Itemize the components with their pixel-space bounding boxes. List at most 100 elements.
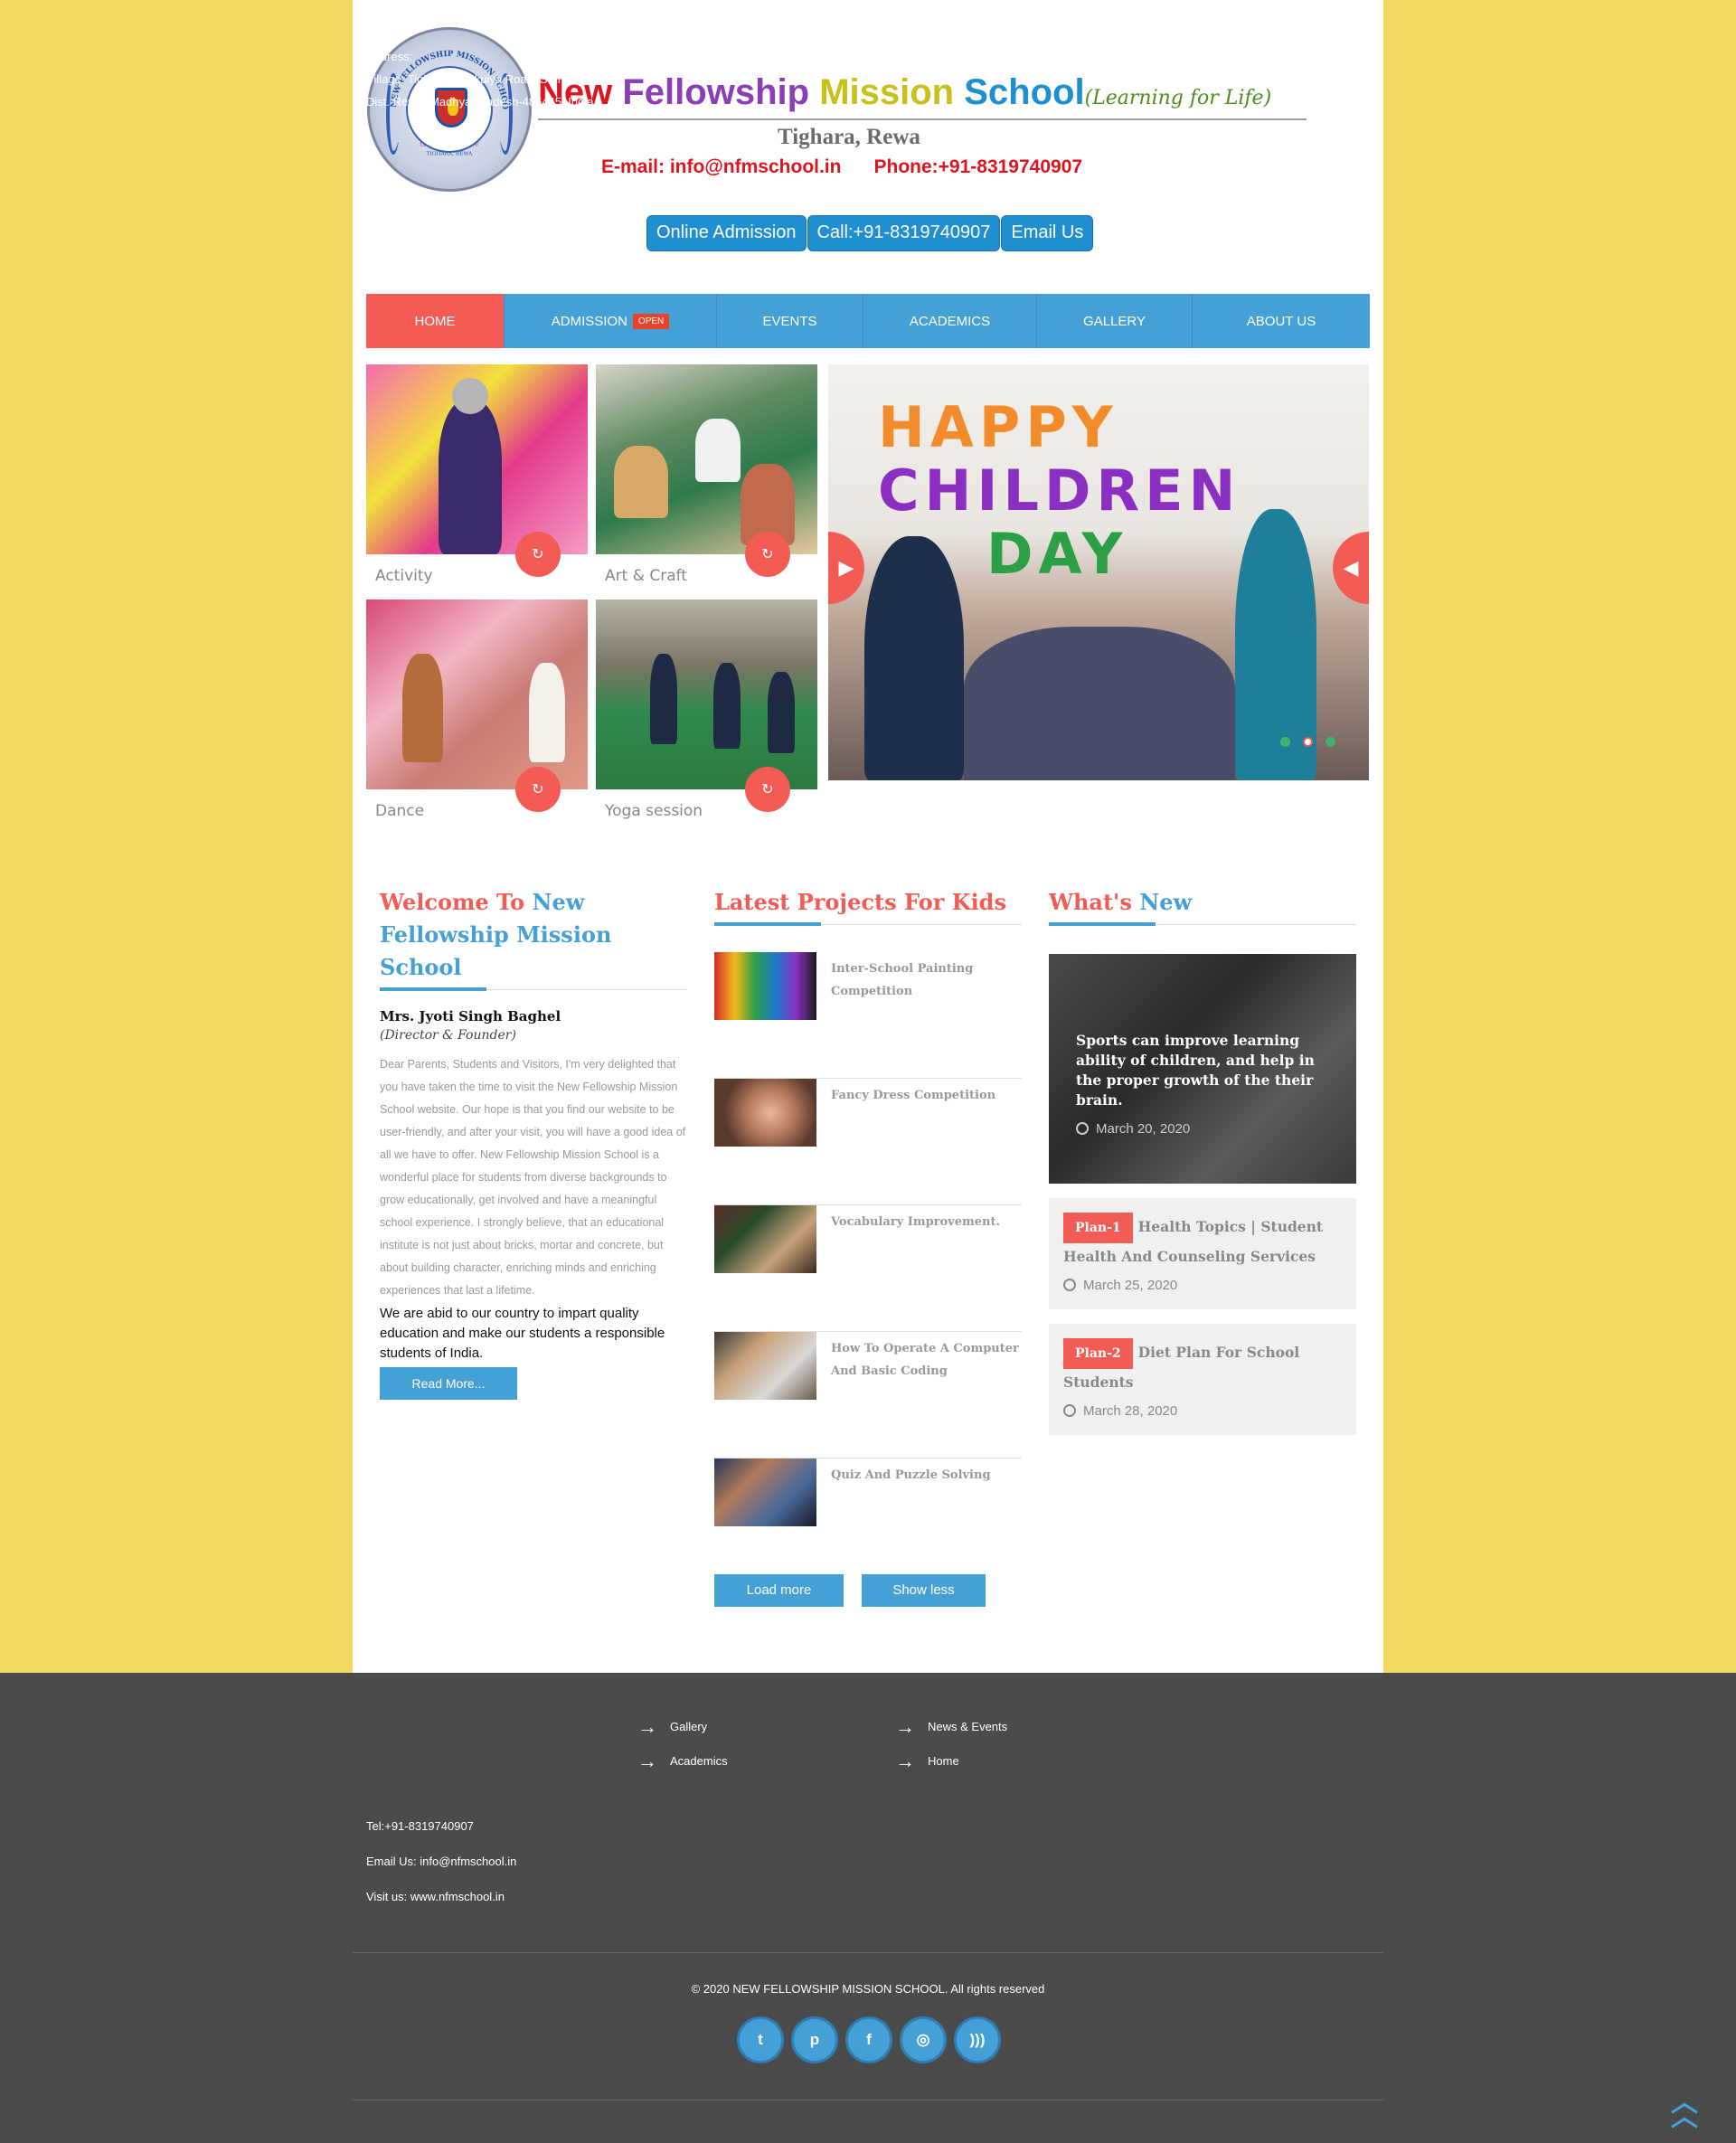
footer-website[interactable]: Visit us: www.nfmschool.in xyxy=(366,1890,505,1903)
welcome-title: Welcome To New Fellowship Mission School xyxy=(380,889,612,980)
refresh-icon[interactable]: ↻ xyxy=(745,532,790,577)
footer-link-academics[interactable]: → Academics xyxy=(637,1750,728,1773)
arrow-right-icon: → xyxy=(637,1750,657,1772)
nav-admission-label: ADMISSION xyxy=(551,313,627,329)
nav-academics[interactable]: ACADEMICS xyxy=(863,294,1037,348)
header-email[interactable]: E-mail: info@nfmschool.in xyxy=(601,156,841,177)
slider-prev-arrow[interactable]: ◀ xyxy=(1333,532,1369,604)
child-figure xyxy=(713,663,741,749)
gallery-tile-art-craft[interactable]: Art & Craft ↻ xyxy=(596,364,817,585)
footer-address: Address: Village: Tighara, Bankuiya Road… xyxy=(366,45,619,113)
news-title[interactable]: Plan-1 Health Topics | Student Health And… xyxy=(1063,1213,1342,1270)
gallery-tile-dance[interactable]: Dance ↻ xyxy=(366,599,588,820)
twitter-icon[interactable]: t xyxy=(737,2016,784,2063)
news-date: March 28, 2020 xyxy=(1063,1403,1342,1419)
copyright: © 2020 NEW FELLOWSHIP MISSION SCHOOL. Al… xyxy=(691,1982,1045,1996)
slider-next-arrow[interactable]: ▶ xyxy=(828,532,864,604)
projects-title: Latest Projects For Kids xyxy=(714,889,1006,915)
pinterest-icon[interactable]: p xyxy=(791,2016,838,2063)
news-title[interactable]: Plan-2 Diet Plan For School Students xyxy=(1063,1338,1342,1396)
project-item[interactable]: Quiz And Puzzle Solving xyxy=(714,1459,1022,1585)
slider-dot[interactable] xyxy=(1280,737,1290,747)
banner-line: HAPPY xyxy=(878,394,1118,460)
project-item[interactable]: How To Operate A Computer And Basic Codi… xyxy=(714,1332,1022,1459)
header-contact: E-mail: info@nfmschool.in Phone:+91-83197… xyxy=(601,156,1082,178)
address-line: Dist. Rewa, Madhya Pradesh-486445, India xyxy=(366,95,594,109)
arrow-right-icon: → xyxy=(895,1750,915,1772)
slider-dot[interactable] xyxy=(1326,737,1335,747)
header-divider xyxy=(538,118,1307,120)
image-slider[interactable]: HAPPY CHILDREN DAY ▶ ◀ xyxy=(828,364,1369,780)
school-name-word: School xyxy=(964,72,1085,112)
plan-badge: Plan-1 xyxy=(1063,1213,1133,1243)
children-group xyxy=(964,627,1235,780)
address-line: Village: Tighara, Bankuiya Road, Semaria… xyxy=(366,72,588,86)
child-figure xyxy=(402,654,443,762)
footer-email[interactable]: Email Us: info@nfmschool.in xyxy=(366,1855,516,1868)
welcome-section: Welcome To New Fellowship Mission School… xyxy=(380,886,687,1400)
school-name-word: Fellowship xyxy=(622,72,810,112)
refresh-icon[interactable]: ↻ xyxy=(515,532,561,577)
nav-about-us[interactable]: ABOUT US xyxy=(1193,294,1370,348)
rss-icon[interactable]: ))) xyxy=(954,2016,1001,2063)
yoga-photo xyxy=(596,599,817,789)
footer-link-gallery[interactable]: → Gallery xyxy=(637,1715,707,1739)
footer-tel[interactable]: Tel:+91-8319740907 xyxy=(366,1819,474,1833)
child-figure xyxy=(529,663,565,762)
nav-gallery[interactable]: GALLERY xyxy=(1037,294,1193,348)
school-name-word: Mission xyxy=(819,72,955,112)
project-item[interactable]: Inter-School Painting Competition xyxy=(714,952,1022,1079)
load-more-button[interactable]: Load more xyxy=(714,1574,844,1607)
nav-admission[interactable]: ADMISSION OPEN xyxy=(505,294,717,348)
child-figure xyxy=(768,672,795,753)
project-thumbnail xyxy=(714,1459,816,1526)
nav-home[interactable]: HOME xyxy=(366,294,505,348)
page-content: NEW FELLOWSHIP MISSION SCHOOL LEARNING F… xyxy=(353,0,1383,1673)
read-more-button[interactable]: Read More... xyxy=(380,1367,517,1400)
paper-figure xyxy=(695,419,741,482)
news-card[interactable]: Plan-1 Health Topics | Student Health And… xyxy=(1049,1198,1356,1309)
project-title[interactable]: Quiz And Puzzle Solving xyxy=(816,1459,991,1585)
school-name: New Fellowship Mission School(Learning f… xyxy=(538,72,1271,113)
project-title[interactable]: Vocabulary Improvement. xyxy=(816,1205,1000,1331)
facebook-icon[interactable]: f xyxy=(845,2016,892,2063)
online-admission-button[interactable]: Online Admission xyxy=(646,215,807,251)
gallery-tile-yoga[interactable]: Yoga session ↻ xyxy=(596,599,817,820)
dance-photo xyxy=(366,599,588,789)
slider-dot-active[interactable] xyxy=(1303,737,1313,747)
gallery-tile-activity[interactable]: Activity ↻ xyxy=(366,364,588,585)
featured-news-date: March 20, 2020 xyxy=(1076,1121,1190,1137)
back-to-top-icon[interactable]: ︿ ︿ xyxy=(1671,2090,1698,2131)
featured-news[interactable]: Sports can improve learning ability of c… xyxy=(1049,954,1356,1184)
project-item[interactable]: Vocabulary Improvement. xyxy=(714,1205,1022,1332)
refresh-icon[interactable]: ↻ xyxy=(515,767,561,812)
footer-link-home[interactable]: → Home xyxy=(895,1750,959,1773)
dribbble-icon[interactable]: ◎ xyxy=(900,2016,947,2063)
title-underline xyxy=(714,922,1022,926)
teacher-figure xyxy=(864,536,964,780)
project-title[interactable]: How To Operate A Computer And Basic Codi… xyxy=(816,1332,1022,1458)
project-title[interactable]: Fancy Dress Competition xyxy=(816,1079,995,1204)
project-item[interactable]: Fancy Dress Competition xyxy=(714,1079,1022,1205)
news-card[interactable]: Plan-2 Diet Plan For School Students Marc… xyxy=(1049,1324,1356,1435)
whats-new-section: What's New Sports can improve learning a… xyxy=(1049,886,1356,1435)
call-button[interactable]: Call:+91-8319740907 xyxy=(807,215,1001,251)
director-name: Mrs. Jyoti Singh Baghel xyxy=(380,1008,561,1024)
show-less-button[interactable]: Show less xyxy=(862,1574,986,1607)
nav-events[interactable]: EVENTS xyxy=(717,294,863,348)
refresh-icon[interactable]: ↻ xyxy=(745,767,790,812)
director-role: (Director & Founder) xyxy=(380,1028,516,1043)
project-title[interactable]: Inter-School Painting Competition xyxy=(816,952,1022,1078)
banner-line: CHILDREN xyxy=(878,458,1241,524)
slider-dots xyxy=(1280,737,1348,747)
child-figure xyxy=(439,401,502,554)
project-buttons: Load more Show less xyxy=(714,1574,1022,1607)
footer-link-news-events[interactable]: → News & Events xyxy=(895,1715,1007,1739)
email-us-button[interactable]: Email Us xyxy=(1001,215,1094,251)
featured-news-text[interactable]: Sports can improve learning ability of c… xyxy=(1076,1031,1338,1110)
arrow-right-icon: → xyxy=(895,1715,915,1738)
title-underline xyxy=(380,987,687,991)
header-phone[interactable]: Phone:+91-8319740907 xyxy=(873,156,1082,177)
footer-divider xyxy=(353,1952,1383,1953)
child-figure xyxy=(650,654,677,744)
